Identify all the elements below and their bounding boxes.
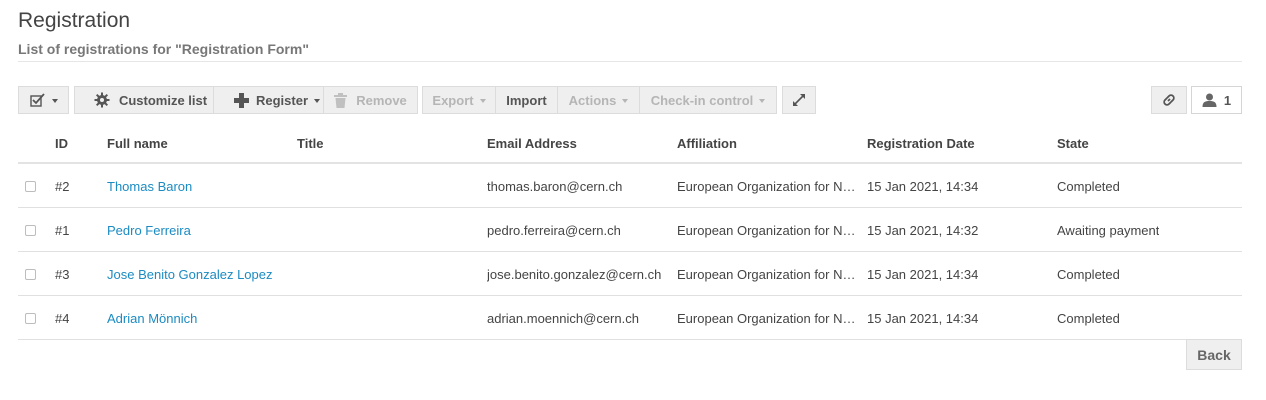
toolbar: Customize list Register Remove Export Im…	[18, 86, 1242, 114]
page-title: Registration	[18, 9, 131, 32]
actions-button[interactable]: Actions	[557, 86, 640, 114]
column-header-state[interactable]: State	[1057, 136, 1089, 151]
column-header-affiliation[interactable]: Affiliation	[677, 136, 737, 151]
chevron-down-icon	[51, 98, 58, 103]
import-button[interactable]: Import	[495, 86, 558, 114]
checkbox-select-icon	[29, 93, 46, 107]
row-registration-date: 15 Jan 2021, 14:34	[867, 267, 979, 282]
row-id: #1	[55, 223, 70, 238]
register-button[interactable]: Register	[213, 86, 341, 114]
back-button[interactable]: Back	[1186, 339, 1242, 370]
table-row[interactable]: #3 Jose Benito Gonzalez Lopez jose.benit…	[18, 252, 1242, 296]
row-registration-date: 15 Jan 2021, 14:34	[867, 179, 979, 194]
gear-icon	[94, 92, 110, 108]
customize-list-button[interactable]: Customize list	[74, 86, 227, 114]
column-header-full-name[interactable]: Full name	[107, 136, 168, 151]
row-checkbox[interactable]	[25, 225, 36, 236]
chevron-down-icon	[479, 98, 486, 103]
plus-icon	[233, 92, 249, 108]
row-checkbox[interactable]	[25, 269, 36, 280]
export-button[interactable]: Export	[422, 86, 496, 114]
row-state: Completed	[1057, 311, 1120, 326]
expand-icon	[792, 93, 806, 107]
row-registration-date: 15 Jan 2021, 14:34	[867, 311, 979, 326]
registrant-name-link[interactable]: Thomas Baron	[107, 179, 192, 194]
select-dropdown-button[interactable]	[18, 86, 69, 114]
row-checkbox[interactable]	[25, 181, 36, 192]
chevron-down-icon	[314, 98, 321, 103]
page-subtitle: List of registrations for "Registration …	[18, 41, 309, 57]
row-id: #3	[55, 267, 70, 282]
row-checkbox[interactable]	[25, 313, 36, 324]
customize-list-label: Customize list	[118, 92, 208, 108]
registrant-name-link[interactable]: Adrian Mönnich	[107, 311, 197, 326]
trash-icon	[334, 92, 348, 108]
table-row[interactable]: #4 Adrian Mönnich adrian.moennich@cern.c…	[18, 296, 1242, 340]
remove-button[interactable]: Remove	[323, 86, 418, 114]
chevron-down-icon	[759, 98, 766, 103]
row-registration-date: 15 Jan 2021, 14:32	[867, 223, 979, 238]
remove-label: Remove	[356, 92, 407, 108]
table-row[interactable]: #2 Thomas Baron thomas.baron@cern.ch Eur…	[18, 164, 1242, 208]
row-state: Completed	[1057, 179, 1120, 194]
row-affiliation: European Organization for Nuclear Resear…	[677, 267, 857, 282]
row-email: pedro.ferreira@cern.ch	[487, 223, 621, 238]
user-icon	[1202, 93, 1217, 107]
link-icon	[1161, 92, 1177, 108]
row-email: adrian.moennich@cern.ch	[487, 311, 639, 326]
chevron-down-icon	[622, 98, 629, 103]
row-email: thomas.baron@cern.ch	[487, 179, 623, 194]
row-id: #4	[55, 311, 70, 326]
register-label: Register	[255, 92, 309, 108]
import-label: Import	[506, 92, 547, 108]
user-count: 1	[1223, 92, 1232, 108]
export-label: Export	[432, 92, 474, 108]
column-header-email[interactable]: Email Address	[487, 136, 577, 151]
row-affiliation: European Organization for Nuclear Resear…	[677, 223, 857, 238]
check-in-control-label: Check-in control	[650, 92, 754, 108]
column-header-title[interactable]: Title	[297, 136, 324, 151]
registrant-name-link[interactable]: Pedro Ferreira	[107, 223, 191, 238]
expand-button[interactable]	[782, 86, 816, 114]
table-header: ID Full name Title Email Address Affilia…	[18, 123, 1242, 164]
share-link-button[interactable]	[1151, 86, 1187, 114]
column-header-registration-date[interactable]: Registration Date	[867, 136, 975, 151]
actions-label: Actions	[568, 92, 617, 108]
row-state: Awaiting payment	[1057, 223, 1160, 238]
row-email: jose.benito.gonzalez@cern.ch	[487, 267, 662, 282]
header-divider	[18, 61, 1242, 62]
row-affiliation: European Organization for Nuclear Resear…	[677, 179, 857, 194]
table-row[interactable]: #1 Pedro Ferreira pedro.ferreira@cern.ch…	[18, 208, 1242, 252]
column-header-id[interactable]: ID	[55, 136, 68, 151]
registrations-table: ID Full name Title Email Address Affilia…	[18, 123, 1242, 340]
row-id: #2	[55, 179, 70, 194]
user-count-button[interactable]: 1	[1191, 86, 1242, 114]
check-in-control-button[interactable]: Check-in control	[639, 86, 777, 114]
row-affiliation: European Organization for Nuclear Resear…	[677, 311, 857, 326]
registrant-name-link[interactable]: Jose Benito Gonzalez Lopez	[107, 267, 273, 282]
row-state: Completed	[1057, 267, 1120, 282]
